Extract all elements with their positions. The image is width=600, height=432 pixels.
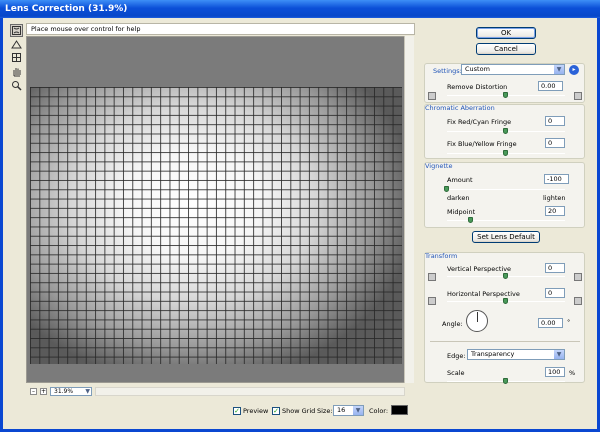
vertical-perspective-max-icon bbox=[574, 273, 582, 281]
move-grid-tool[interactable] bbox=[10, 51, 23, 64]
vertical-perspective-min-icon bbox=[428, 273, 436, 281]
horizontal-perspective-slider[interactable] bbox=[503, 298, 508, 304]
scale-unit: % bbox=[569, 369, 576, 377]
amount-track bbox=[447, 189, 565, 190]
chevron-down-icon: ▼ bbox=[554, 65, 564, 74]
zoom-level-select[interactable]: 31.9% ▼ bbox=[50, 387, 92, 396]
scale-input[interactable]: 100 bbox=[545, 367, 565, 377]
chevron-down-icon: ▼ bbox=[85, 388, 90, 395]
pincushion-icon bbox=[428, 92, 436, 100]
remove-distortion-input[interactable]: 0.00 bbox=[538, 81, 563, 91]
remove-distortion-slider[interactable] bbox=[503, 92, 508, 98]
grid-color-swatch[interactable] bbox=[391, 405, 408, 415]
edge-value: Transparency bbox=[471, 350, 515, 358]
hand-tool[interactable] bbox=[10, 65, 23, 78]
chromatic-aberration-title: Chromatic Aberration bbox=[425, 104, 495, 112]
preview-vertical-scrollbar[interactable] bbox=[404, 36, 414, 383]
red-cyan-input[interactable]: 0 bbox=[545, 116, 565, 126]
scale-label: Scale bbox=[447, 369, 465, 377]
zoom-level-value: 31.9% bbox=[54, 388, 74, 395]
edge-select[interactable]: Transparency ▼ bbox=[467, 349, 565, 360]
angle-label: Angle: bbox=[442, 320, 463, 328]
horizontal-perspective-input[interactable]: 0 bbox=[545, 288, 565, 298]
midpoint-label: Midpoint bbox=[447, 208, 476, 216]
settings-value: Custom bbox=[465, 65, 490, 73]
straighten-icon bbox=[11, 40, 22, 49]
preview-image-grid bbox=[30, 87, 402, 364]
angle-dial[interactable] bbox=[466, 310, 488, 332]
midpoint-slider[interactable] bbox=[467, 217, 473, 223]
remove-distortion-icon bbox=[12, 26, 21, 35]
show-grid-checkbox[interactable]: ✓ bbox=[272, 407, 280, 415]
zoom-out-button[interactable]: – bbox=[30, 388, 37, 395]
straighten-tool[interactable] bbox=[10, 38, 23, 51]
blue-yellow-label: Fix Blue/Yellow Fringe bbox=[447, 140, 517, 148]
help-hint-bar: Place mouse over control for help bbox=[26, 23, 415, 35]
set-lens-default-button[interactable]: Set Lens Default bbox=[472, 231, 540, 243]
zoom-in-button[interactable]: + bbox=[40, 388, 47, 395]
cancel-button[interactable]: Cancel bbox=[476, 43, 536, 55]
grid-color-label: Color: bbox=[369, 407, 389, 415]
chevron-down-icon: ▼ bbox=[353, 406, 363, 415]
midpoint-input[interactable]: 20 bbox=[545, 206, 565, 216]
lighten-label: lighten bbox=[543, 194, 566, 202]
zoom-icon bbox=[12, 81, 22, 91]
edge-label: Edge: bbox=[447, 352, 466, 360]
remove-distortion-label: Remove Distortion bbox=[447, 83, 508, 91]
grid-size-select[interactable]: 16 ▼ bbox=[333, 405, 364, 416]
grid-size-label: Size: bbox=[317, 407, 333, 415]
horizontal-perspective-label: Horizontal Perspective bbox=[447, 290, 520, 298]
preview-label: Preview bbox=[243, 407, 269, 415]
barrel-icon bbox=[574, 92, 582, 100]
settings-select[interactable]: Custom ▼ bbox=[461, 64, 565, 75]
vignette-title: Vignette bbox=[425, 162, 453, 170]
darken-label: darken bbox=[447, 194, 470, 202]
vertical-perspective-label: Vertical Perspective bbox=[447, 265, 512, 273]
transform-title: Transform bbox=[425, 252, 458, 260]
red-cyan-label: Fix Red/Cyan Fringe bbox=[447, 118, 512, 126]
window-title: Lens Correction (31.9%) bbox=[0, 0, 600, 18]
angle-unit: ° bbox=[567, 318, 571, 326]
remove-distortion-tool[interactable] bbox=[10, 24, 23, 37]
image-preview[interactable] bbox=[26, 36, 414, 383]
zoom-tool[interactable] bbox=[10, 79, 23, 92]
vertical-perspective-input[interactable]: 0 bbox=[545, 263, 565, 273]
red-cyan-slider[interactable] bbox=[503, 128, 508, 134]
show-grid-label: Show Grid bbox=[282, 407, 316, 415]
blue-yellow-slider[interactable] bbox=[503, 150, 508, 156]
midpoint-track bbox=[447, 220, 565, 221]
horizontal-perspective-min-icon bbox=[428, 297, 436, 305]
angle-input[interactable]: 0.00 bbox=[538, 318, 563, 328]
grid-size-value: 16 bbox=[337, 406, 346, 414]
scale-slider[interactable] bbox=[503, 378, 508, 384]
ok-button[interactable]: OK bbox=[476, 27, 536, 39]
amount-slider[interactable] bbox=[444, 186, 449, 192]
amount-label: Amount bbox=[447, 176, 473, 184]
move-grid-icon bbox=[12, 53, 21, 62]
settings-label: Settings: bbox=[433, 67, 462, 75]
angle-dial-needle bbox=[477, 312, 478, 322]
horizontal-perspective-max-icon bbox=[574, 297, 582, 305]
vertical-perspective-slider[interactable] bbox=[503, 273, 508, 279]
amount-input[interactable]: -100 bbox=[544, 174, 569, 184]
transform-divider bbox=[430, 341, 580, 342]
settings-menu-button[interactable]: ▸ bbox=[569, 65, 579, 75]
preview-horizontal-scrollbar[interactable] bbox=[95, 387, 405, 396]
preview-checkbox[interactable]: ✓ bbox=[233, 407, 241, 415]
chevron-down-icon: ▼ bbox=[554, 350, 564, 359]
window-frame-left bbox=[0, 18, 3, 432]
blue-yellow-input[interactable]: 0 bbox=[545, 138, 565, 148]
hand-icon bbox=[13, 68, 21, 77]
